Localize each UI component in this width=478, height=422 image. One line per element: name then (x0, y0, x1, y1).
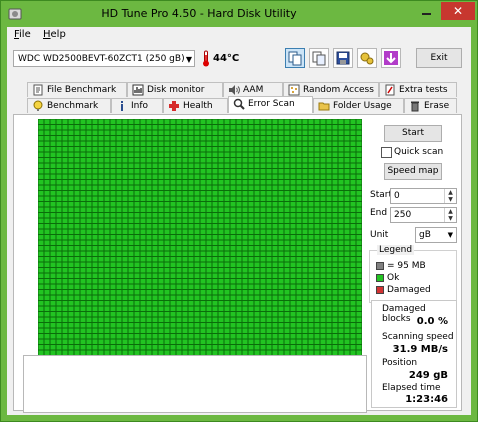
extra-tests-icon (385, 84, 395, 95)
magnifier-icon (233, 98, 245, 110)
window-title: HD Tune Pro 4.50 - Hard Disk Utility (101, 7, 297, 20)
copy-text-button[interactable] (285, 48, 305, 68)
chevron-down-icon: ▼ (447, 231, 453, 239)
minimize-button[interactable] (419, 6, 434, 18)
menu-help[interactable]: Help (43, 29, 66, 40)
scanning-speed-value: 31.9 MB/s (392, 344, 448, 355)
tab-info[interactable]: Info (111, 98, 163, 113)
tab-label: File Benchmark (47, 85, 117, 95)
tab-file-benchmark[interactable]: File Benchmark (27, 82, 127, 97)
end-field-value: 250 (394, 210, 412, 220)
copy-text-icon (288, 51, 302, 66)
temperature-value: 44°C (213, 53, 240, 64)
download-icon (384, 51, 398, 65)
menu-bar: File Help (7, 27, 471, 44)
elapsed-time-value: 1:23:46 (405, 394, 448, 405)
drive-select-value: WDC WD2500BEVT-60ZCT1 (250 gB) (18, 54, 185, 64)
download-button[interactable] (381, 48, 401, 68)
menu-file[interactable]: File (14, 29, 31, 40)
tab-label: Folder Usage (333, 101, 392, 111)
legend-damaged: Damaged (376, 285, 431, 295)
tab-erase[interactable]: Erase (404, 98, 457, 113)
quick-scan-label: Quick scan (394, 147, 444, 157)
gray-swatch (376, 261, 384, 270)
end-field[interactable]: 250 ▲ ▼ (390, 207, 457, 223)
legend-ok: Ok (376, 273, 399, 283)
tab-label: AAM (243, 85, 264, 95)
info-icon (121, 100, 123, 111)
start-field-label: Start (370, 190, 392, 200)
tab-aam[interactable]: AAM (223, 82, 283, 97)
scan-block-grid (38, 119, 362, 356)
quick-scan-checkbox[interactable] (381, 147, 392, 158)
tab-label: Extra tests (399, 85, 448, 95)
health-cross-icon (169, 100, 179, 111)
tab-label: Info (131, 101, 149, 111)
position-label: Position (382, 358, 418, 368)
drive-select[interactable]: WDC WD2500BEVT-60ZCT1 (250 gB) ▼ (13, 50, 195, 67)
scan-log-box[interactable] (23, 355, 367, 413)
spin-arrows-icon[interactable]: ▲ ▼ (444, 208, 456, 222)
tab-disk-monitor[interactable]: Disk monitor (127, 82, 223, 97)
unit-select-value: gB (419, 230, 431, 240)
close-button[interactable]: ✕ (441, 2, 475, 20)
elapsed-time-label: Elapsed time (382, 383, 441, 393)
tab-benchmark[interactable]: Benchmark (27, 98, 111, 113)
speaker-icon (229, 84, 240, 95)
legend-title: Legend (377, 245, 415, 255)
title-bar[interactable]: HD Tune Pro 4.50 - Hard Disk Utility ✕ (1, 1, 477, 27)
tab-label: Random Access (303, 85, 374, 95)
folder-icon (318, 102, 330, 110)
tab-label: Erase (424, 101, 450, 111)
unit-select[interactable]: gB ▼ (415, 227, 457, 243)
legend-block-size: = 95 MB (376, 261, 426, 271)
random-access-icon (288, 84, 300, 95)
start-button[interactable]: Start (384, 125, 442, 142)
tab-folder-usage[interactable]: Folder Usage (313, 98, 404, 113)
tab-random-access[interactable]: Random Access (283, 82, 379, 97)
copy-screenshot-icon (312, 51, 326, 66)
save-button[interactable] (333, 48, 353, 68)
client-area: File Help WDC WD2500BEVT-60ZCT1 (250 gB)… (7, 27, 471, 415)
tab-extra-tests[interactable]: Extra tests (379, 82, 457, 97)
tab-label: Disk monitor (147, 85, 205, 95)
legend-box: Legend = 95 MB Ok Damaged (369, 245, 457, 303)
tab-health[interactable]: Health (163, 98, 228, 113)
position-value: 249 gB (408, 370, 448, 381)
copy-screenshot-button[interactable] (309, 48, 329, 68)
benchmark-icon (33, 100, 43, 111)
green-swatch (376, 273, 384, 282)
tab-label: Benchmark (47, 101, 99, 111)
exit-button[interactable]: Exit (416, 48, 462, 68)
tab-error-scan[interactable]: Error Scan (228, 96, 313, 113)
stats-box: Damaged blocks 0.0 % Scanning speed 31.9… (371, 300, 457, 408)
end-field-label: End (370, 208, 388, 218)
options-button[interactable] (357, 48, 377, 68)
damaged-blocks-value: 0.0 % (416, 316, 448, 327)
file-benchmark-icon (33, 84, 43, 95)
start-field-value: 0 (394, 191, 400, 201)
tab-label: Error Scan (248, 99, 295, 109)
scanning-speed-label: Scanning speed (382, 332, 454, 342)
main-window: HD Tune Pro 4.50 - Hard Disk Utility ✕ F… (0, 0, 478, 422)
spin-arrows-icon[interactable]: ▲ ▼ (444, 189, 456, 203)
red-swatch (376, 285, 384, 294)
tab-label: Health (183, 101, 213, 111)
save-icon (336, 51, 350, 65)
toolbar: WDC WD2500BEVT-60ZCT1 (250 gB) ▼ 44°C Ex… (7, 46, 471, 72)
options-icon (360, 52, 374, 65)
unit-label: Unit (370, 230, 389, 240)
disk-monitor-icon (132, 84, 144, 95)
chevron-down-icon: ▼ (185, 55, 192, 64)
speed-map-button[interactable]: Speed map (384, 163, 442, 180)
start-field[interactable]: 0 ▲ ▼ (390, 188, 457, 204)
thermometer-icon (203, 50, 209, 67)
trash-icon (411, 101, 419, 111)
